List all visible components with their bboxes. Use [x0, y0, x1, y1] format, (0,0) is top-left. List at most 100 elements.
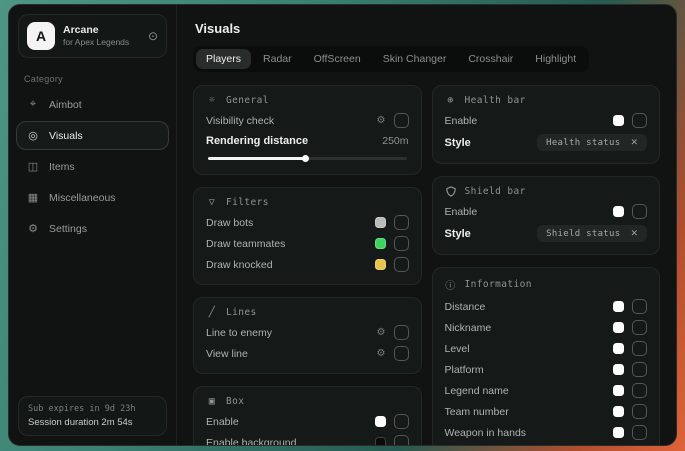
card-lines-header: ╱ Lines	[206, 307, 409, 318]
color-swatch[interactable]	[375, 238, 386, 249]
box-enable-background-row: Enable background	[206, 432, 409, 445]
info-platform-row: Platform	[445, 359, 648, 380]
health-enable-checkbox[interactable]	[632, 113, 647, 128]
clear-icon[interactable]: ✕	[630, 137, 638, 148]
view-line-row: View line ⚙	[206, 343, 409, 364]
info-level-checkbox[interactable]	[632, 341, 647, 356]
tab-crosshair[interactable]: Crosshair	[458, 49, 523, 69]
selected-style-value: Health status	[546, 138, 620, 148]
draw-knocked-row: Draw knocked	[206, 254, 409, 275]
gear-icon: ⚙	[26, 222, 40, 235]
brand-card[interactable]: A Arcane for Apex Legends ⊙	[18, 14, 167, 58]
color-swatch[interactable]	[613, 364, 624, 375]
eye-scan-icon: ◎	[26, 129, 40, 142]
info-weapon-in-hands-row: Weapon in hands	[445, 422, 648, 443]
session-duration-text: Session duration 2m 54s	[28, 417, 157, 428]
setting-label: Draw knocked	[206, 259, 273, 271]
sidebar-item-aimbot[interactable]: ⌖ Aimbot	[16, 90, 169, 119]
draw-teammates-row: Draw teammates	[206, 233, 409, 254]
rendering-distance-slider[interactable]	[208, 155, 407, 162]
box-enable-background-checkbox[interactable]	[394, 435, 409, 445]
color-swatch[interactable]	[375, 437, 386, 445]
info-team-number-row: Team number	[445, 401, 648, 422]
gear-icon[interactable]: ⚙	[377, 348, 386, 359]
cube-icon: ◫	[26, 160, 40, 173]
setting-label: Rendering distance	[206, 135, 308, 147]
gear-icon[interactable]: ⚙	[377, 327, 386, 338]
clear-icon[interactable]: ✕	[630, 228, 638, 239]
box-enable-checkbox[interactable]	[394, 414, 409, 429]
sidebar-item-label: Settings	[49, 223, 87, 235]
box-enable-row: Enable	[206, 411, 409, 432]
tab-players[interactable]: Players	[196, 49, 251, 69]
color-swatch[interactable]	[613, 206, 624, 217]
card-shield-bar-header: Shield bar	[445, 186, 648, 197]
color-swatch[interactable]	[613, 343, 624, 354]
health-style-row: Style Health status ✕	[445, 131, 648, 154]
color-swatch[interactable]	[375, 416, 386, 427]
sidebar-item-label: Items	[49, 161, 75, 173]
sidebar-item-miscellaneous[interactable]: ▦ Miscellaneous	[16, 183, 169, 212]
sidebar-item-visuals[interactable]: ◎ Visuals	[16, 121, 169, 150]
color-swatch[interactable]	[613, 406, 624, 417]
rendering-distance-value: 250m	[382, 135, 408, 147]
shield-enable-checkbox[interactable]	[632, 204, 647, 219]
setting-label: Enable background	[206, 437, 297, 446]
gear-icon[interactable]: ⚙	[377, 115, 386, 126]
shield-icon	[445, 186, 457, 197]
info-legend-name-checkbox[interactable]	[632, 383, 647, 398]
color-swatch[interactable]	[613, 385, 624, 396]
card-title: Health bar	[465, 95, 526, 106]
tab-radar[interactable]: Radar	[253, 49, 302, 69]
color-swatch[interactable]	[613, 427, 624, 438]
app-logo: A	[27, 22, 55, 50]
setting-label: Line to enemy	[206, 327, 272, 339]
card-title: General	[226, 95, 269, 106]
sidebar-item-settings[interactable]: ⚙ Settings	[16, 214, 169, 243]
setting-label: Draw teammates	[206, 238, 285, 250]
color-swatch[interactable]	[613, 115, 624, 126]
tab-highlight[interactable]: Highlight	[525, 49, 586, 69]
card-filters-header: ▽ Filters	[206, 197, 409, 208]
info-weapon-in-hands-checkbox[interactable]	[632, 425, 647, 440]
card-title: Box	[226, 396, 244, 407]
target-icon[interactable]: ⊙	[148, 29, 158, 43]
info-nickname-checkbox[interactable]	[632, 320, 647, 335]
color-swatch[interactable]	[613, 301, 624, 312]
health-style-select[interactable]: Health status ✕	[537, 134, 647, 151]
draw-bots-row: Draw bots	[206, 212, 409, 233]
line-to-enemy-checkbox[interactable]	[394, 325, 409, 340]
setting-label: Enable	[445, 115, 478, 127]
funnel-icon: ▽	[206, 197, 218, 208]
color-swatch[interactable]	[613, 322, 624, 333]
info-distance-checkbox[interactable]	[632, 299, 647, 314]
view-line-checkbox[interactable]	[394, 346, 409, 361]
brand-text: Arcane for Apex Legends	[63, 24, 140, 48]
color-swatch[interactable]	[375, 217, 386, 228]
shield-style-select[interactable]: Shield status ✕	[537, 225, 647, 242]
setting-label: Level	[445, 343, 470, 355]
sun-icon: ☼	[206, 95, 218, 106]
health-enable-row: Enable	[445, 110, 648, 131]
slider-thumb[interactable]	[302, 155, 309, 162]
crosshair-icon: ⌖	[26, 98, 40, 111]
setting-label: Visibility check	[206, 115, 274, 127]
card-title: Filters	[226, 197, 269, 208]
setting-label: Distance	[445, 301, 486, 313]
color-swatch[interactable]	[375, 259, 386, 270]
sidebar-item-items[interactable]: ◫ Items	[16, 152, 169, 181]
card-box-header: ▣ Box	[206, 396, 409, 407]
draw-teammates-checkbox[interactable]	[394, 236, 409, 251]
visuals-tabbar: Players Radar OffScreen Skin Changer Cro…	[193, 46, 589, 72]
shield-enable-row: Enable	[445, 201, 648, 222]
tab-offscreen[interactable]: OffScreen	[304, 49, 371, 69]
visibility-check-checkbox[interactable]	[394, 113, 409, 128]
setting-label: Legend name	[445, 385, 509, 397]
info-team-number-checkbox[interactable]	[632, 404, 647, 419]
info-platform-checkbox[interactable]	[632, 362, 647, 377]
app-window: A Arcane for Apex Legends ⊙ Category ⌖ A…	[8, 4, 677, 446]
draw-bots-checkbox[interactable]	[394, 215, 409, 230]
draw-knocked-checkbox[interactable]	[394, 257, 409, 272]
setting-label: Nickname	[445, 322, 492, 334]
tab-skin-changer[interactable]: Skin Changer	[373, 49, 457, 69]
